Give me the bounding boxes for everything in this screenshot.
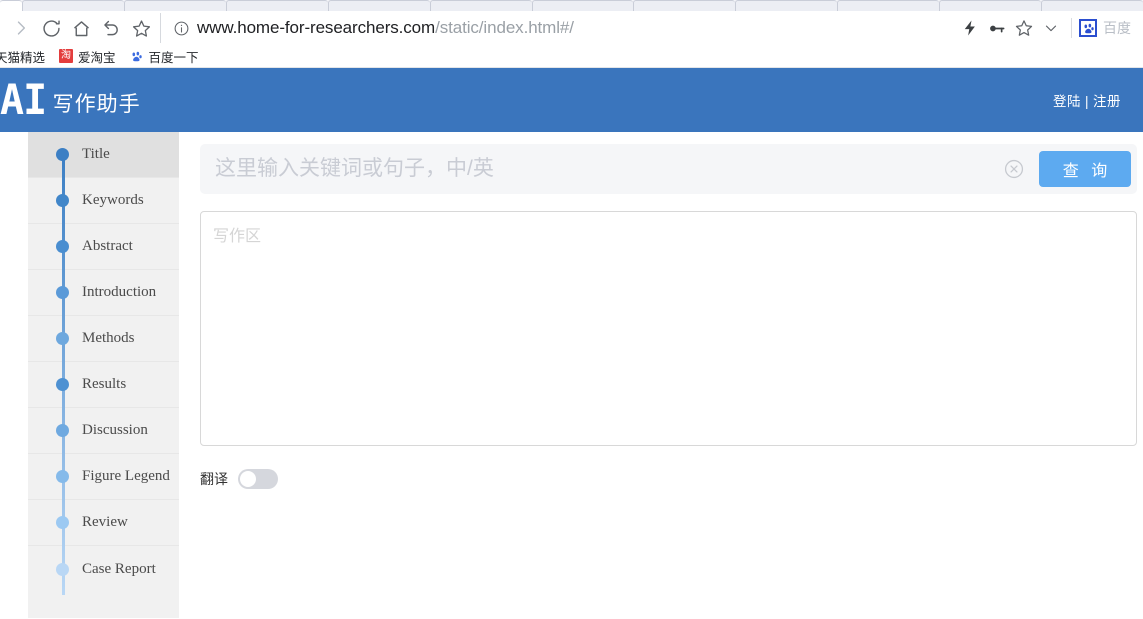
sidebar-item-figure-legend[interactable]: Figure Legend [28, 454, 179, 500]
timeline-dot-icon [56, 424, 69, 437]
timeline-dot-icon [56, 516, 69, 529]
tab-stub[interactable] [429, 0, 532, 11]
sidebar-item-results[interactable]: Results [28, 362, 179, 408]
back-arrow-icon[interactable] [96, 13, 126, 43]
timeline-dot-icon [56, 378, 69, 391]
tab-stub[interactable] [22, 0, 124, 11]
toolbar-right-actions: 百度 [956, 13, 1135, 43]
baidu-paw-icon [1079, 19, 1097, 37]
key-icon[interactable] [983, 13, 1010, 43]
star-icon[interactable] [1010, 13, 1037, 43]
bookmark-label: 天猫精选 [0, 50, 46, 65]
toolbar-divider [1071, 18, 1072, 38]
tab-stub[interactable] [0, 0, 22, 11]
sidebar-item-label: Results [82, 376, 127, 392]
sidebar-item-abstract[interactable]: Abstract [28, 224, 179, 270]
bookmark-baidu[interactable]: 百度一下 [123, 45, 206, 67]
timeline-dot-icon [56, 562, 69, 576]
sidebar-item-label: Introduction [82, 284, 157, 300]
main-panel: 查 询 翻译 [179, 132, 1143, 618]
timeline-dot-icon [56, 470, 69, 483]
sidebar-item-methods[interactable]: Methods [28, 316, 179, 362]
site-header: AI 写作助手 登陆 | 注册 [0, 68, 1143, 132]
site-info-icon[interactable] [173, 20, 190, 37]
auth-links: 登陆 | 注册 [1053, 90, 1121, 110]
section-sidebar: Title Keywords Abstract Introduction Met… [28, 132, 179, 618]
url-path: /static/index.html#/ [435, 18, 574, 37]
sidebar-item-label: Methods [82, 330, 135, 346]
chevron-down-icon[interactable] [1037, 13, 1064, 43]
body-area: Title Keywords Abstract Introduction Met… [0, 132, 1143, 618]
sidebar-item-label: Title [82, 146, 110, 162]
tab-stub[interactable] [837, 0, 940, 11]
site-logo[interactable]: AI 写作助手 [0, 79, 141, 121]
translate-label: 翻译 [200, 471, 228, 487]
sidebar-item-label: Abstract [82, 238, 133, 254]
tab-stub[interactable] [123, 0, 226, 11]
sidebar-item-review[interactable]: Review [28, 500, 179, 546]
url-domain: www.home-for-researchers.com [197, 18, 436, 37]
baidu-extension-label: 百度 [1103, 20, 1131, 36]
logo-subtitle: 写作助手 [52, 93, 141, 116]
bookmark-itaobao[interactable]: 淘 爱淘宝 [52, 45, 123, 67]
timeline-connector [62, 155, 65, 595]
register-link[interactable]: 注册 [1093, 94, 1121, 109]
search-button[interactable]: 查 询 [1039, 151, 1131, 187]
tab-stub[interactable] [225, 0, 328, 11]
url-text: www.home-for-researchers.com/static/inde… [197, 18, 574, 38]
timeline-dot-icon [56, 148, 69, 161]
taobao-icon: 淘 [59, 49, 74, 63]
bookmark-label: 爱淘宝 [78, 50, 116, 65]
baidu-extension-button[interactable]: 百度 [1079, 18, 1135, 38]
bookmark-star-icon[interactable] [126, 13, 156, 43]
search-row: 查 询 [200, 144, 1137, 194]
browser-toolbar: www.home-for-researchers.com/static/inde… [0, 11, 1143, 45]
browser-tab-strip[interactable] [0, 0, 1143, 11]
forward-icon[interactable] [6, 13, 36, 43]
sidebar-item-title[interactable]: Title [28, 132, 179, 178]
timeline-dot-icon [56, 332, 69, 345]
clear-circle-icon[interactable] [1001, 156, 1027, 182]
sidebar-item-keywords[interactable]: Keywords [28, 178, 179, 224]
tab-stub[interactable] [531, 0, 634, 11]
tab-stub[interactable] [1041, 0, 1143, 11]
sidebar-item-label: Figure Legend [82, 468, 170, 484]
translate-row: 翻译 [200, 469, 1137, 489]
tab-stub[interactable] [327, 0, 430, 11]
sidebar-item-introduction[interactable]: Introduction [28, 270, 179, 316]
omnibox[interactable]: www.home-for-researchers.com/static/inde… [160, 13, 956, 43]
auth-separator: | [1084, 94, 1089, 109]
lightning-icon[interactable] [956, 13, 983, 43]
logo-ai-text: AI [0, 75, 47, 124]
reload-icon[interactable] [36, 13, 66, 43]
bookmark-label: 百度一下 [148, 50, 199, 65]
tab-stub[interactable] [633, 0, 736, 11]
baidu-paw-icon [130, 49, 144, 63]
bookmark-tmall[interactable]: 天猫精选 [0, 45, 52, 67]
writing-textarea[interactable] [200, 211, 1137, 446]
page-content: AI 写作助手 登陆| 注册 Title Keywords Abstract [0, 68, 1143, 618]
home-icon[interactable] [66, 13, 96, 43]
browser-chrome: www.home-for-researchers.com/static/inde… [0, 0, 1143, 68]
tab-stub[interactable] [735, 0, 838, 11]
toggle-knob [240, 471, 256, 487]
bookmarks-bar: 天猫精选 淘 爱淘宝 百度一下 [0, 45, 1143, 68]
tab-stub[interactable] [939, 0, 1042, 11]
translate-toggle[interactable] [238, 469, 278, 489]
login-link[interactable]: 登陆 [1053, 94, 1081, 109]
timeline-dot-icon [56, 194, 69, 207]
sidebar-item-label: Keywords [82, 192, 144, 208]
sidebar-item-discussion[interactable]: Discussion [28, 408, 179, 454]
timeline-dot-icon [56, 286, 69, 299]
sidebar-item-label: Discussion [82, 422, 148, 438]
sidebar-item-label: Review [82, 514, 128, 530]
sidebar-item-case-report[interactable]: Case Report [28, 546, 179, 592]
timeline-dot-icon [56, 240, 69, 253]
sidebar-item-label: Case Report [82, 560, 156, 577]
search-input[interactable] [200, 145, 1001, 193]
